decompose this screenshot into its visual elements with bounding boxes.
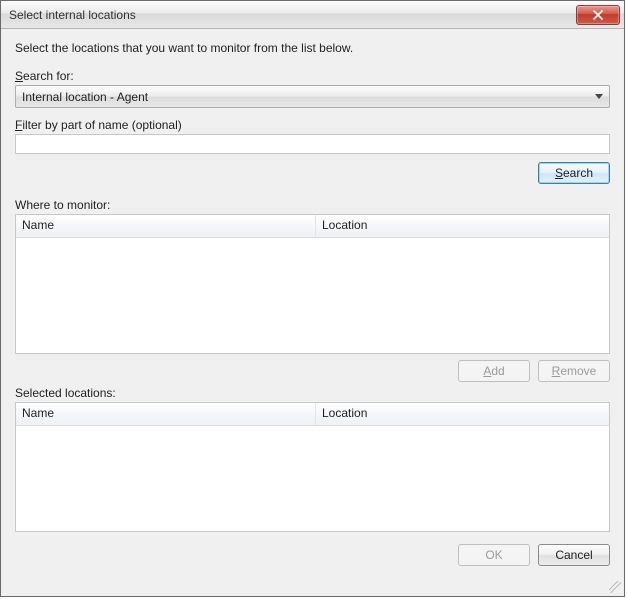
monitor-col-location[interactable]: Location [316, 215, 609, 237]
selected-col-name[interactable]: Name [16, 403, 316, 425]
add-button[interactable]: Add [458, 360, 530, 382]
close-icon [593, 10, 603, 20]
resize-grip-icon [609, 581, 621, 593]
titlebar: Select internal locations [1, 1, 624, 29]
dropdown-selected-text: Internal location - Agent [22, 90, 591, 104]
window-title: Select internal locations [9, 8, 576, 22]
selected-col-location[interactable]: Location [316, 403, 609, 425]
monitor-col-name[interactable]: Name [16, 215, 316, 237]
close-button[interactable] [576, 5, 620, 25]
dialog-window: Select internal locations Select the loc… [0, 0, 625, 597]
add-remove-row: Add Remove [15, 360, 610, 382]
search-for-dropdown[interactable]: Internal location - Agent [15, 85, 610, 108]
selected-list-header: Name Location [16, 403, 609, 426]
chevron-down-icon [591, 94, 607, 100]
intro-text: Select the locations that you want to mo… [15, 41, 610, 55]
selected-group: Selected locations: Name Location [15, 386, 610, 532]
dialog-content: Select the locations that you want to mo… [1, 29, 624, 596]
cancel-button[interactable]: Cancel [538, 544, 610, 566]
monitor-listbox[interactable]: Name Location [15, 214, 610, 354]
search-for-label: Search for: [15, 69, 610, 83]
filter-input[interactable] [15, 134, 610, 154]
ok-button[interactable]: OK [458, 544, 530, 566]
search-button-row: Search [15, 162, 610, 184]
search-button[interactable]: Search [538, 162, 610, 184]
filter-label: Filter by part of name (optional) [15, 118, 610, 132]
dialog-footer: OK Cancel [15, 532, 610, 566]
monitor-list-header: Name Location [16, 215, 609, 238]
selected-listbox[interactable]: Name Location [15, 402, 610, 532]
selected-locations-label: Selected locations: [15, 386, 610, 400]
where-to-monitor-label: Where to monitor: [15, 198, 610, 212]
remove-button[interactable]: Remove [538, 360, 610, 382]
